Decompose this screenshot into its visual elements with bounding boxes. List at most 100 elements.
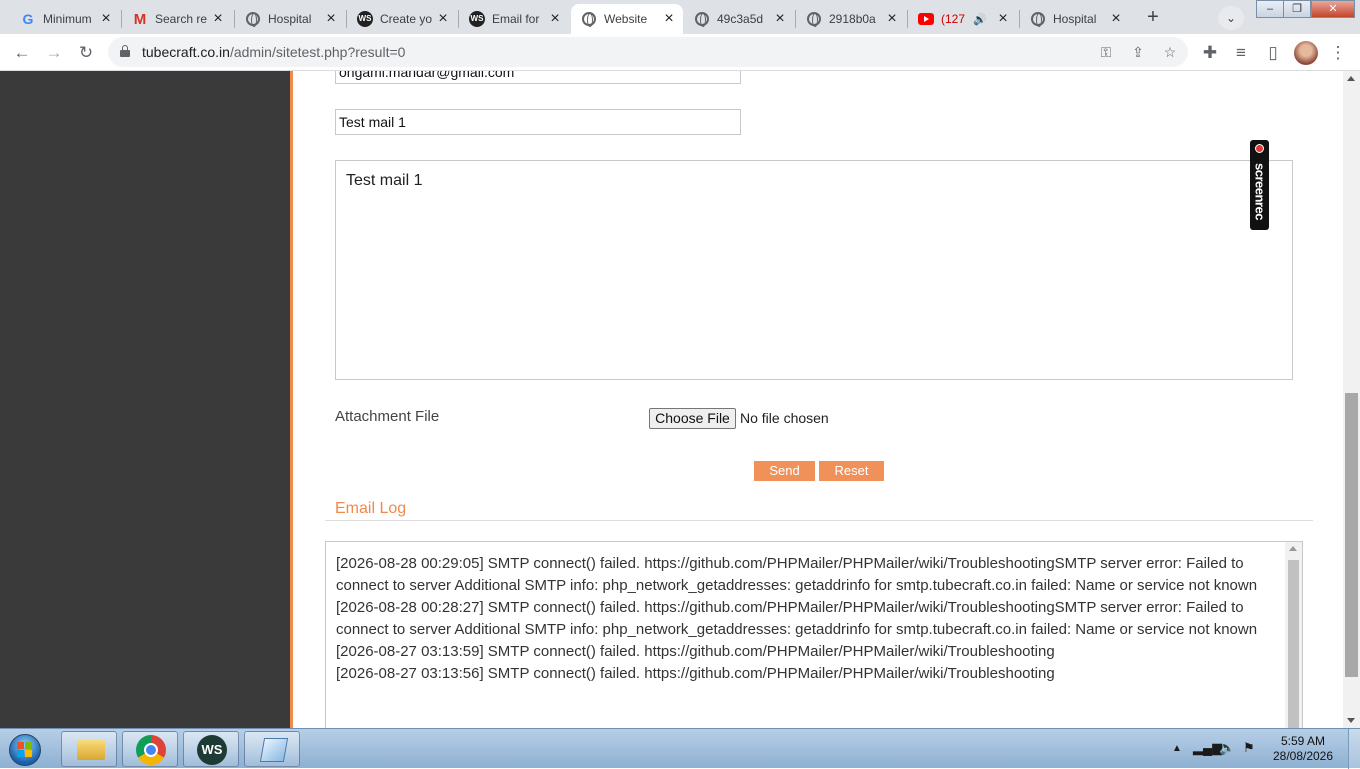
tab-title: Minimum bbox=[43, 12, 92, 26]
address-bar[interactable]: tubecraft.co.in/admin/sitetest.php?resul… bbox=[108, 37, 1188, 67]
taskbar-ws-app[interactable]: WS bbox=[183, 731, 239, 767]
google-g-icon: G bbox=[22, 11, 34, 27]
tab-minimum[interactable]: G Minimum × bbox=[10, 4, 120, 34]
close-icon[interactable]: × bbox=[210, 11, 226, 27]
tab-hospital-2[interactable]: Hospital × bbox=[1020, 4, 1130, 34]
lock-icon[interactable] bbox=[120, 45, 130, 57]
window-close-button[interactable]: ✕ bbox=[1311, 0, 1355, 18]
scroll-down-arrow-icon[interactable] bbox=[1347, 718, 1355, 723]
tab-title: 2918b0a bbox=[829, 12, 876, 26]
close-icon[interactable]: × bbox=[98, 11, 114, 27]
profile-avatar[interactable] bbox=[1294, 41, 1318, 65]
web-page: Test mail 1 Attachment File Choose File … bbox=[0, 71, 1360, 728]
tab-title: Create yo bbox=[380, 12, 433, 26]
reload-icon[interactable]: ↻ bbox=[74, 41, 98, 65]
scroll-up-arrow-icon[interactable] bbox=[1289, 546, 1297, 551]
kebab-menu-icon[interactable]: ⋮ bbox=[1326, 41, 1350, 65]
windows-taskbar: WS ▲ ▂▄▆ 🔈 ⚑ 5:59 AM 28/08/2026 bbox=[0, 728, 1360, 769]
tab-search-button[interactable]: ⌄ bbox=[1218, 6, 1244, 30]
tab-2918b0a[interactable]: 2918b0a × bbox=[796, 4, 906, 34]
page-scrollbar[interactable] bbox=[1343, 71, 1360, 728]
divider bbox=[325, 520, 1313, 521]
log-entry: [2026-08-28 00:29:05] SMTP connect() fai… bbox=[336, 555, 1258, 594]
notepad-icon bbox=[259, 738, 289, 762]
file-status-text: No file chosen bbox=[740, 410, 829, 426]
screenrec-label: screenrec bbox=[1252, 163, 1268, 220]
ws-logo-icon: WS bbox=[469, 11, 485, 27]
tab-hospital[interactable]: Hospital × bbox=[235, 4, 345, 34]
taskbar-file-explorer[interactable] bbox=[61, 731, 117, 767]
tab-title: 49c3a5d bbox=[717, 12, 764, 26]
tab-website-active[interactable]: Website × bbox=[571, 4, 683, 34]
volume-icon[interactable]: 🔈 bbox=[1219, 740, 1235, 756]
tab-title: (127 bbox=[941, 12, 966, 26]
network-signal-icon[interactable]: ▂▄▆ bbox=[1193, 740, 1222, 756]
page-scroll-thumb[interactable] bbox=[1345, 393, 1358, 677]
key-icon[interactable]: ⚿ bbox=[1096, 42, 1116, 62]
window-minimize-button[interactable]: – bbox=[1256, 0, 1284, 18]
window-maximize-button[interactable]: ❐ bbox=[1283, 0, 1311, 18]
close-icon[interactable]: × bbox=[435, 11, 451, 27]
close-icon[interactable]: × bbox=[323, 11, 339, 27]
globe-icon bbox=[806, 11, 822, 27]
back-arrow-icon[interactable]: ← bbox=[10, 41, 34, 65]
action-center-flag-icon[interactable]: ⚑ bbox=[1243, 740, 1255, 756]
star-icon[interactable]: ☆ bbox=[1160, 42, 1180, 62]
url-path: /admin/sitetest.php?result=0 bbox=[229, 44, 406, 60]
screenrec-widget[interactable]: screenrec bbox=[1250, 140, 1269, 230]
speaker-icon[interactable]: 🔊 bbox=[973, 13, 995, 26]
scroll-up-arrow-icon[interactable] bbox=[1347, 76, 1355, 81]
clock-date: 28/08/2026 bbox=[1272, 749, 1334, 763]
file-explorer-icon bbox=[77, 740, 105, 760]
system-clock[interactable]: 5:59 AM 28/08/2026 bbox=[1268, 734, 1338, 764]
close-icon[interactable]: × bbox=[995, 11, 1011, 27]
extensions-puzzle-icon[interactable]: ✚ bbox=[1198, 41, 1222, 65]
tab-49c3a5d[interactable]: 49c3a5d × bbox=[684, 4, 794, 34]
log-scroll-thumb[interactable] bbox=[1288, 560, 1299, 728]
attachment-label: Attachment File bbox=[335, 408, 440, 425]
close-icon[interactable]: × bbox=[1108, 11, 1124, 27]
tab-title: Hospital bbox=[1053, 12, 1097, 26]
url-host: tubecraft.co.in bbox=[142, 44, 230, 60]
send-button[interactable]: Send bbox=[754, 461, 815, 481]
message-textarea[interactable]: Test mail 1 bbox=[335, 160, 1293, 380]
show-desktop-button[interactable] bbox=[1348, 729, 1360, 769]
ws-logo-icon: WS bbox=[357, 11, 373, 27]
log-entry: [2026-08-28 00:28:27] SMTP connect() fai… bbox=[336, 599, 1258, 638]
email-log-box[interactable]: [2026-08-28 00:29:05] SMTP connect() fai… bbox=[325, 541, 1303, 728]
globe-icon bbox=[694, 11, 710, 27]
media-queue-icon[interactable]: ≡ bbox=[1229, 41, 1253, 65]
log-entry: [2026-08-27 03:13:59] SMTP connect() fai… bbox=[336, 643, 1055, 660]
tab-create[interactable]: WS Create yo × bbox=[347, 4, 457, 34]
reset-button[interactable]: Reset bbox=[819, 461, 884, 481]
start-button[interactable] bbox=[2, 731, 48, 767]
tray-expand-arrow-icon[interactable]: ▲ bbox=[1172, 743, 1182, 754]
tab-title: Hospital bbox=[268, 12, 312, 26]
close-icon[interactable]: × bbox=[661, 11, 677, 27]
side-panel-icon[interactable]: ▯ bbox=[1261, 41, 1285, 65]
new-tab-button[interactable]: + bbox=[1140, 5, 1166, 31]
chrome-icon bbox=[136, 735, 166, 765]
tab-title: Search re bbox=[155, 12, 208, 26]
taskbar-chrome[interactable] bbox=[122, 731, 178, 767]
choose-file-button[interactable]: Choose File bbox=[649, 408, 736, 429]
forward-arrow-icon[interactable]: → bbox=[42, 41, 66, 65]
share-icon[interactable]: ⇪ bbox=[1128, 42, 1148, 62]
admin-sidebar bbox=[0, 71, 290, 728]
taskbar-notepad[interactable] bbox=[244, 731, 300, 767]
site-test-form: Test mail 1 Attachment File Choose File … bbox=[293, 71, 1343, 728]
url-text[interactable]: tubecraft.co.in/admin/sitetest.php?resul… bbox=[142, 44, 405, 60]
globe-icon bbox=[581, 11, 597, 27]
tab-youtube[interactable]: (127 🔊 × bbox=[908, 4, 1018, 34]
close-icon[interactable]: × bbox=[884, 11, 900, 27]
log-scrollbar[interactable] bbox=[1285, 542, 1302, 728]
to-email-field[interactable] bbox=[335, 71, 741, 84]
tab-email[interactable]: WS Email for × bbox=[459, 4, 569, 34]
close-icon[interactable]: × bbox=[547, 11, 563, 27]
tab-search[interactable]: M Search re × bbox=[122, 4, 232, 34]
gmail-icon: M bbox=[133, 10, 147, 28]
subject-field[interactable] bbox=[335, 109, 741, 135]
youtube-icon bbox=[918, 11, 934, 27]
tab-title: Website bbox=[604, 12, 648, 26]
close-icon[interactable]: × bbox=[772, 11, 788, 27]
